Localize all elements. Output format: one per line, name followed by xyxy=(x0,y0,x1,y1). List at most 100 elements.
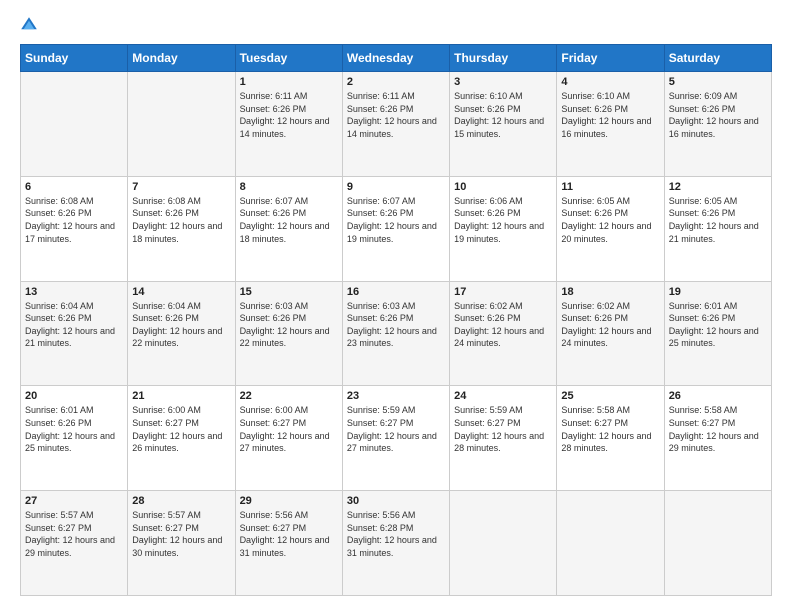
day-number: 10 xyxy=(454,181,552,193)
day-detail: Sunrise: 6:04 AM Sunset: 6:26 PM Dayligh… xyxy=(132,300,230,350)
day-number: 26 xyxy=(669,390,767,402)
day-number: 21 xyxy=(132,390,230,402)
day-number: 28 xyxy=(132,495,230,507)
day-detail: Sunrise: 6:07 AM Sunset: 6:26 PM Dayligh… xyxy=(347,195,445,245)
day-detail: Sunrise: 5:58 AM Sunset: 6:27 PM Dayligh… xyxy=(561,404,659,454)
calendar-cell: 10 Sunrise: 6:06 AM Sunset: 6:26 PM Dayli… xyxy=(450,176,557,281)
header-day-saturday: Saturday xyxy=(664,45,771,72)
day-number: 22 xyxy=(240,390,338,402)
calendar-cell: 27 Sunrise: 5:57 AM Sunset: 6:27 PM Dayli… xyxy=(21,491,128,596)
week-row-2: 6 Sunrise: 6:08 AM Sunset: 6:26 PM Daylig… xyxy=(21,176,772,281)
calendar-cell xyxy=(128,72,235,177)
calendar-cell: 9 Sunrise: 6:07 AM Sunset: 6:26 PM Daylig… xyxy=(342,176,449,281)
calendar-cell: 21 Sunrise: 6:00 AM Sunset: 6:27 PM Dayli… xyxy=(128,386,235,491)
day-number: 29 xyxy=(240,495,338,507)
calendar-cell: 29 Sunrise: 5:56 AM Sunset: 6:27 PM Dayli… xyxy=(235,491,342,596)
day-detail: Sunrise: 6:09 AM Sunset: 6:26 PM Dayligh… xyxy=(669,90,767,140)
day-detail: Sunrise: 6:00 AM Sunset: 6:27 PM Dayligh… xyxy=(132,404,230,454)
day-detail: Sunrise: 6:03 AM Sunset: 6:26 PM Dayligh… xyxy=(240,300,338,350)
day-detail: Sunrise: 5:57 AM Sunset: 6:27 PM Dayligh… xyxy=(25,509,123,559)
calendar-cell: 4 Sunrise: 6:10 AM Sunset: 6:26 PM Daylig… xyxy=(557,72,664,177)
day-detail: Sunrise: 6:06 AM Sunset: 6:26 PM Dayligh… xyxy=(454,195,552,245)
day-number: 16 xyxy=(347,286,445,298)
day-number: 23 xyxy=(347,390,445,402)
day-number: 20 xyxy=(25,390,123,402)
calendar-cell: 17Sunrise: 6:02 AM Sunset: 6:26 PM Dayli… xyxy=(450,281,557,386)
day-number: 3 xyxy=(454,76,552,88)
header-day-thursday: Thursday xyxy=(450,45,557,72)
calendar-cell: 3 Sunrise: 6:10 AM Sunset: 6:26 PM Daylig… xyxy=(450,72,557,177)
calendar-cell: 26 Sunrise: 5:58 AM Sunset: 6:27 PM Dayli… xyxy=(664,386,771,491)
week-row-3: 13 Sunrise: 6:04 AM Sunset: 6:26 PM Dayli… xyxy=(21,281,772,386)
day-number: 27 xyxy=(25,495,123,507)
header xyxy=(20,16,772,34)
calendar-cell: 20 Sunrise: 6:01 AM Sunset: 6:26 PM Dayli… xyxy=(21,386,128,491)
day-detail: Sunrise: 6:01 AM Sunset: 6:26 PM Dayligh… xyxy=(25,404,123,454)
day-number: 12 xyxy=(669,181,767,193)
day-detail: Sunrise: 5:56 AM Sunset: 6:27 PM Dayligh… xyxy=(240,509,338,559)
header-day-tuesday: Tuesday xyxy=(235,45,342,72)
header-day-monday: Monday xyxy=(128,45,235,72)
day-detail: Sunrise: 5:56 AM Sunset: 6:28 PM Dayligh… xyxy=(347,509,445,559)
day-number: 5 xyxy=(669,76,767,88)
calendar-cell: 1 Sunrise: 6:11 AM Sunset: 6:26 PM Daylig… xyxy=(235,72,342,177)
day-number: 15 xyxy=(240,286,338,298)
day-number: 19 xyxy=(669,286,767,298)
day-detail: Sunrise: 5:58 AM Sunset: 6:27 PM Dayligh… xyxy=(669,404,767,454)
calendar-cell: 22 Sunrise: 6:00 AM Sunset: 6:27 PM Dayli… xyxy=(235,386,342,491)
day-number: 13 xyxy=(25,286,123,298)
calendar-cell: 8Sunrise: 6:07 AM Sunset: 6:26 PM Daylig… xyxy=(235,176,342,281)
day-detail: Sunrise: 6:08 AM Sunset: 6:26 PM Dayligh… xyxy=(25,195,123,245)
header-day-friday: Friday xyxy=(557,45,664,72)
header-day-wednesday: Wednesday xyxy=(342,45,449,72)
day-number: 14 xyxy=(132,286,230,298)
header-row: SundayMondayTuesdayWednesdayThursdayFrid… xyxy=(21,45,772,72)
day-detail: Sunrise: 6:10 AM Sunset: 6:26 PM Dayligh… xyxy=(454,90,552,140)
day-number: 8 xyxy=(240,181,338,193)
day-number: 30 xyxy=(347,495,445,507)
calendar-cell: 25 Sunrise: 5:58 AM Sunset: 6:27 PM Dayli… xyxy=(557,386,664,491)
calendar-cell xyxy=(450,491,557,596)
calendar-cell: 24Sunrise: 5:59 AM Sunset: 6:27 PM Dayli… xyxy=(450,386,557,491)
day-detail: Sunrise: 6:04 AM Sunset: 6:26 PM Dayligh… xyxy=(25,300,123,350)
day-number: 25 xyxy=(561,390,659,402)
day-number: 6 xyxy=(25,181,123,193)
day-detail: Sunrise: 6:01 AM Sunset: 6:26 PM Dayligh… xyxy=(669,300,767,350)
day-number: 7 xyxy=(132,181,230,193)
calendar-cell: 23 Sunrise: 5:59 AM Sunset: 6:27 PM Dayli… xyxy=(342,386,449,491)
day-detail: Sunrise: 6:11 AM Sunset: 6:26 PM Dayligh… xyxy=(240,90,338,140)
calendar-cell xyxy=(557,491,664,596)
day-number: 2 xyxy=(347,76,445,88)
calendar-cell xyxy=(21,72,128,177)
calendar-cell: 14 Sunrise: 6:04 AM Sunset: 6:26 PM Dayli… xyxy=(128,281,235,386)
day-detail: Sunrise: 6:05 AM Sunset: 6:26 PM Dayligh… xyxy=(561,195,659,245)
day-detail: Sunrise: 6:02 AM Sunset: 6:26 PM Dayligh… xyxy=(561,300,659,350)
header-day-sunday: Sunday xyxy=(21,45,128,72)
page: SundayMondayTuesdayWednesdayThursdayFrid… xyxy=(0,0,792,612)
calendar-cell: 7 Sunrise: 6:08 AM Sunset: 6:26 PM Daylig… xyxy=(128,176,235,281)
day-detail: Sunrise: 5:59 AM Sunset: 6:27 PM Dayligh… xyxy=(347,404,445,454)
calendar-cell: 19 Sunrise: 6:01 AM Sunset: 6:26 PM Dayli… xyxy=(664,281,771,386)
day-number: 4 xyxy=(561,76,659,88)
calendar-cell: 18Sunrise: 6:02 AM Sunset: 6:26 PM Dayli… xyxy=(557,281,664,386)
calendar-cell: 11 Sunrise: 6:05 AM Sunset: 6:26 PM Dayli… xyxy=(557,176,664,281)
week-row-4: 20 Sunrise: 6:01 AM Sunset: 6:26 PM Dayli… xyxy=(21,386,772,491)
week-row-1: 1 Sunrise: 6:11 AM Sunset: 6:26 PM Daylig… xyxy=(21,72,772,177)
day-detail: Sunrise: 6:08 AM Sunset: 6:26 PM Dayligh… xyxy=(132,195,230,245)
day-detail: Sunrise: 5:59 AM Sunset: 6:27 PM Dayligh… xyxy=(454,404,552,454)
calendar-cell: 6 Sunrise: 6:08 AM Sunset: 6:26 PM Daylig… xyxy=(21,176,128,281)
day-number: 9 xyxy=(347,181,445,193)
week-row-5: 27 Sunrise: 5:57 AM Sunset: 6:27 PM Dayli… xyxy=(21,491,772,596)
calendar-cell: 28 Sunrise: 5:57 AM Sunset: 6:27 PM Dayli… xyxy=(128,491,235,596)
calendar-cell: 13 Sunrise: 6:04 AM Sunset: 6:26 PM Dayli… xyxy=(21,281,128,386)
day-detail: Sunrise: 6:11 AM Sunset: 6:26 PM Dayligh… xyxy=(347,90,445,140)
calendar-table: SundayMondayTuesdayWednesdayThursdayFrid… xyxy=(20,44,772,596)
day-number: 1 xyxy=(240,76,338,88)
day-detail: Sunrise: 6:00 AM Sunset: 6:27 PM Dayligh… xyxy=(240,404,338,454)
calendar-cell: 15 Sunrise: 6:03 AM Sunset: 6:26 PM Dayli… xyxy=(235,281,342,386)
calendar-cell: 12Sunrise: 6:05 AM Sunset: 6:26 PM Dayli… xyxy=(664,176,771,281)
day-number: 11 xyxy=(561,181,659,193)
day-detail: Sunrise: 6:10 AM Sunset: 6:26 PM Dayligh… xyxy=(561,90,659,140)
calendar-cell: 30 Sunrise: 5:56 AM Sunset: 6:28 PM Dayli… xyxy=(342,491,449,596)
day-detail: Sunrise: 5:57 AM Sunset: 6:27 PM Dayligh… xyxy=(132,509,230,559)
